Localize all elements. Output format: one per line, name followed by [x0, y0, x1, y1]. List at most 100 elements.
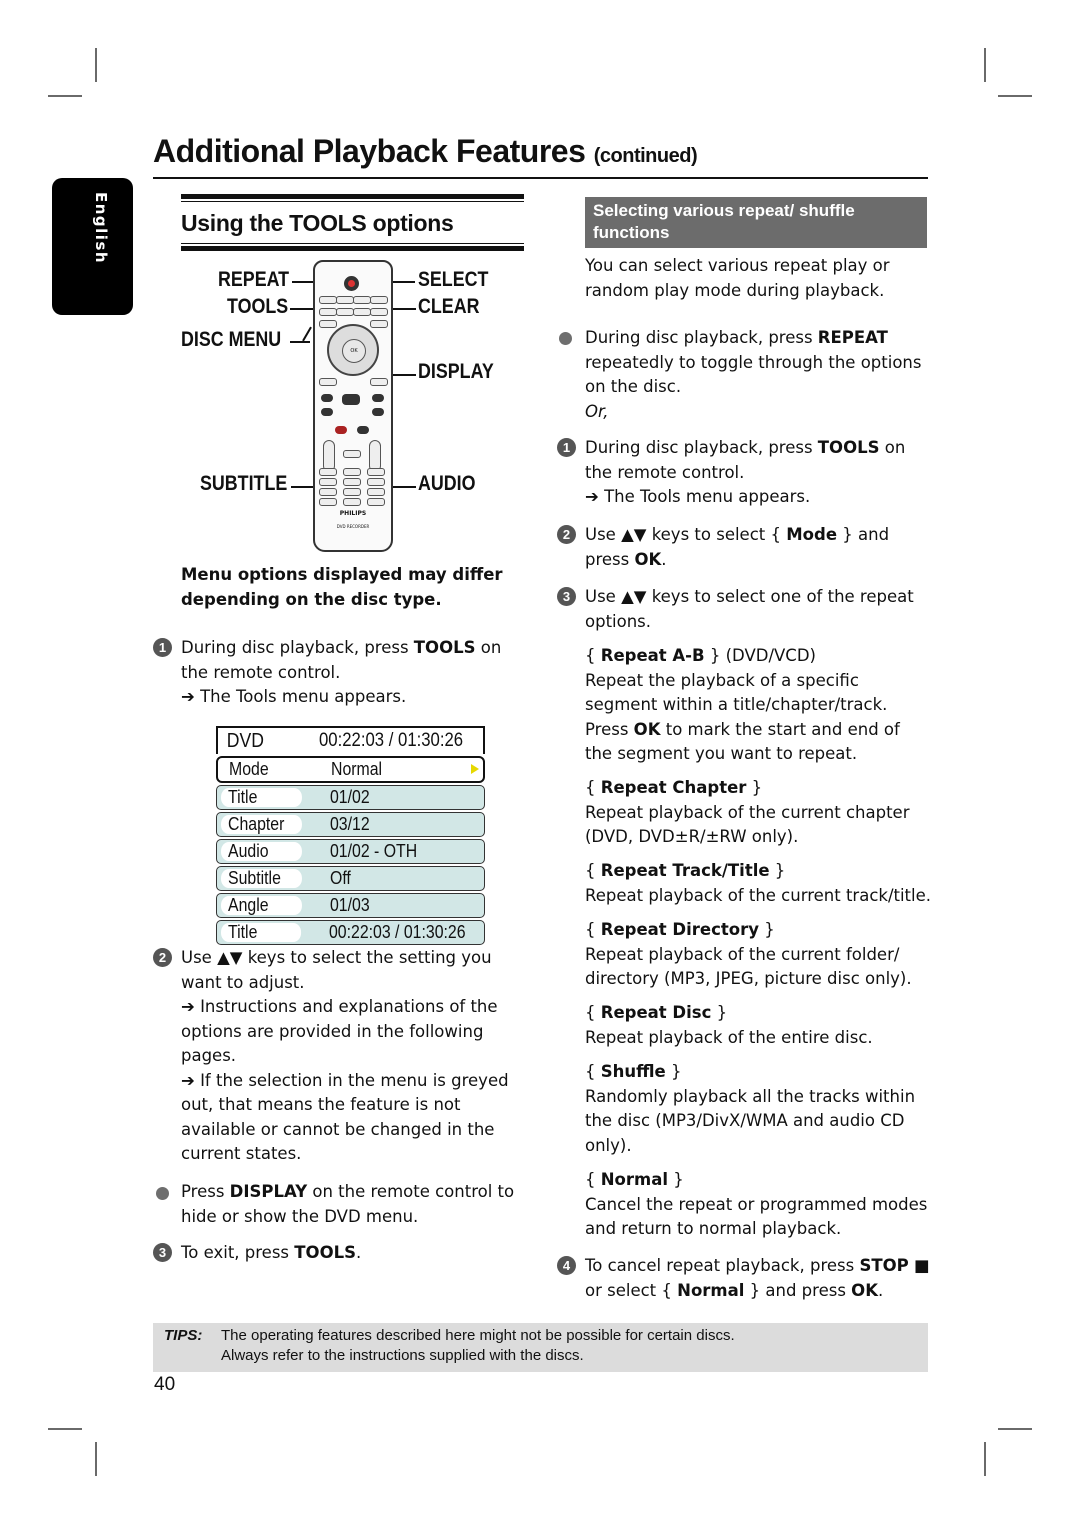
tools-menu-row-title[interactable]: Title 01/02 — [216, 785, 485, 810]
remote-button-7 — [319, 488, 337, 496]
menu-note: Menu options displayed may differ depend… — [181, 565, 503, 609]
left-step-2: Use ▲▼ keys to select the setting you wa… — [181, 946, 526, 1167]
tools-menu-row-mode[interactable]: Mode Normal — [216, 756, 485, 783]
option-name: Repeat Disc — [600, 1003, 712, 1022]
row-label: Angle — [221, 896, 302, 915]
left-step-3: To exit, press TOOLS. — [181, 1241, 526, 1266]
tools-menu-row-chapter[interactable]: Chapter 03/12 — [216, 812, 485, 837]
remote-label-subtitle: SUBTITLE — [200, 472, 288, 495]
crop-mark — [984, 48, 986, 82]
remote-label-disc-menu: DISC MENU — [181, 328, 282, 351]
step-number-4: 4 — [557, 1256, 576, 1275]
remote-label-audio: AUDIO — [418, 472, 476, 495]
bullet-icon — [559, 332, 572, 345]
rule — [181, 194, 524, 199]
rewind-icon — [321, 408, 333, 416]
result-text: ➔ The Tools menu appears. — [181, 687, 407, 706]
text: . — [877, 1280, 884, 1300]
right-step-3: Use ▲▼ keys to select one of the repeat … — [585, 587, 914, 631]
remote-brand: PHILIPS — [339, 510, 367, 517]
key-display: DISPLAY — [229, 1182, 308, 1201]
text: During disc playback, press — [585, 438, 818, 457]
result-text: ➔ The Tools menu appears. — [585, 487, 811, 506]
row-label: Audio — [221, 842, 302, 861]
remote-button-5 — [343, 478, 361, 486]
key-normal: Normal — [677, 1280, 745, 1300]
remote-illustration: REPEAT TOOLS DISC MENU SELECT CLEAR DISP… — [180, 258, 510, 552]
tools-menu-row-subtitle[interactable]: Subtitle Off — [216, 866, 485, 891]
option-name: Repeat Chapter — [600, 778, 747, 797]
crop-mark — [984, 1442, 986, 1476]
play-pause-icon — [342, 394, 360, 405]
ok-button-label: OK — [342, 339, 366, 363]
row-value: 00:22:03 / 01:30:26 — [328, 922, 466, 942]
remote-label-clear: CLEAR — [418, 295, 480, 318]
tools-menu-row-angle[interactable]: Angle 01/03 — [216, 893, 485, 918]
step-number-3: 3 — [153, 1243, 172, 1262]
forward-icon — [372, 408, 384, 416]
key-ok: OK — [634, 549, 662, 569]
crop-mark — [998, 95, 1032, 97]
row-value: 01/02 — [330, 787, 370, 807]
remote-button-clear — [370, 308, 388, 316]
left-section-header: Using the TOOLS options — [181, 194, 524, 251]
right-section-title: Selecting various repeat/ shuffle functi… — [585, 197, 927, 248]
rule — [181, 246, 524, 251]
record-icon — [335, 426, 347, 434]
stop-icon — [357, 426, 369, 434]
tools-menu-row-title-time[interactable]: Title 00:22:03 / 01:30:26 — [216, 920, 485, 945]
text: Use ▲▼ keys to select { — [585, 525, 787, 544]
step-number-3: 3 — [557, 587, 576, 606]
next-icon — [372, 394, 384, 402]
language-tab: English — [52, 178, 133, 315]
row-label: Subtitle — [221, 869, 302, 888]
crop-mark — [48, 95, 82, 97]
key-mode: Mode — [786, 525, 838, 544]
remote-label-tools: TOOLS — [227, 295, 289, 318]
tips-label: TIPS: — [164, 1327, 203, 1344]
option-desc: Repeat playback of the entire disc. — [585, 1027, 873, 1047]
option-repeat-disc: { Repeat Disc } Repeat playback of the e… — [585, 1003, 873, 1047]
language-tab-label: English — [92, 192, 110, 265]
option-name: Repeat A-B — [600, 646, 705, 665]
option-repeat-directory: { Repeat Directory } Repeat playback of … — [585, 920, 912, 988]
remote-control: OK PHILIPS DVD RECORDER — [313, 260, 393, 552]
option-desc: Cancel the repeat or programmed modes an… — [585, 1194, 928, 1239]
row-label: Title — [221, 923, 301, 942]
remote-button-tools — [319, 308, 337, 316]
option-desc: Repeat playback of the current track/tit… — [585, 885, 932, 905]
crop-mark — [998, 1428, 1032, 1430]
remote-button-disc-menu — [319, 320, 337, 328]
dpad-icon: OK — [327, 324, 379, 376]
text: Use ▲▼ keys to select the setting you wa… — [181, 948, 492, 992]
step-number-1: 1 — [557, 438, 576, 457]
row-label: Chapter — [221, 815, 302, 834]
remote-button — [370, 296, 388, 304]
row-value: Normal — [331, 759, 383, 779]
remote-label-select: SELECT — [418, 268, 489, 291]
remote-button-6 — [367, 478, 385, 486]
power-button-icon — [344, 276, 359, 291]
row-value: 03/12 — [330, 814, 370, 834]
option-name: Normal — [600, 1170, 669, 1189]
text: During disc playback, press — [181, 638, 414, 657]
option-shuffle: { Shuffle } Randomly playback all the tr… — [585, 1062, 916, 1155]
remote-button-3 — [367, 468, 385, 476]
remote-button-8 — [343, 488, 361, 496]
option-desc: Repeat playback of the current chapter (… — [585, 802, 910, 847]
prev-icon — [321, 394, 333, 402]
option-repeat-chapter: { Repeat Chapter } Repeat playback of th… — [585, 778, 910, 847]
row-value: 01/03 — [330, 895, 370, 915]
option-suffix: (DVD/VCD) — [720, 646, 816, 665]
remote-button-0 — [343, 498, 361, 506]
or-text: Or, — [585, 401, 609, 421]
remote-button — [319, 296, 337, 304]
step-number-1: 1 — [153, 638, 172, 657]
crop-mark — [95, 48, 97, 82]
remote-button-4 — [319, 478, 337, 486]
remote-button-back — [319, 378, 337, 386]
left-section-title: Using the TOOLS options — [181, 210, 454, 236]
tips-text: The operating features described here mi… — [221, 1326, 735, 1366]
tools-menu-row-audio[interactable]: Audio 01/02 - OTH — [216, 839, 485, 864]
right-intro: You can select various repeat play or ra… — [585, 256, 890, 300]
